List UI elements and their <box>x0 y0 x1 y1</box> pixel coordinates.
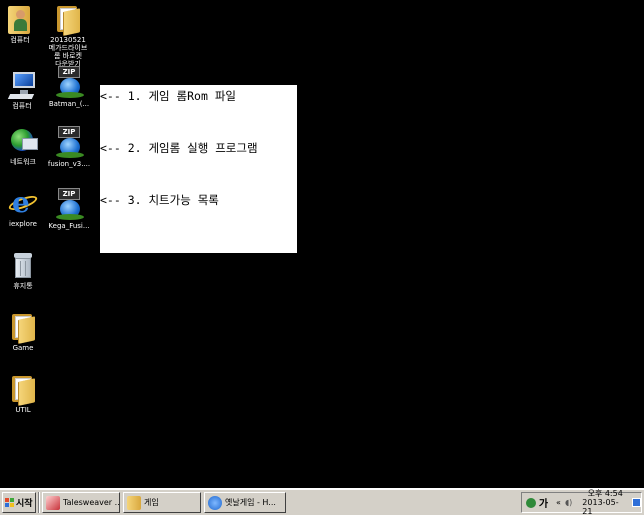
desktop-icon-fusion-zip[interactable]: ZIP fusion_v3.... <box>40 126 98 168</box>
taskbar-button-game-folder[interactable]: 게임 <box>123 492 201 513</box>
ie-icon <box>208 495 222 510</box>
folder-icon <box>10 312 36 344</box>
desktop-icon-label: UTIL <box>15 406 31 414</box>
desktop-icon-batman-zip[interactable]: ZIP Batman_(... <box>40 66 98 108</box>
zip-icon: ZIP <box>54 126 84 158</box>
desktop-icon-label: Batman_(... <box>48 100 90 108</box>
windows-logo-icon <box>5 497 15 508</box>
taskbar-separator <box>38 492 40 513</box>
desktop-icon-label: 휴지통 <box>13 282 33 290</box>
computer-icon <box>7 70 37 100</box>
taskbar: 시작 Talesweaver ... 게임 옛날게임 - H... 가 « ◖)… <box>0 488 644 515</box>
network-icon <box>8 126 38 156</box>
desktop-icon-label: Kega_Fusi... <box>48 222 90 230</box>
game-app-icon <box>46 495 60 510</box>
system-tray: 가 « ◖) 오후 4:54 2013-05-21 <box>521 489 642 515</box>
folder-icon <box>10 374 36 406</box>
folder-icon <box>127 495 141 510</box>
clock[interactable]: 오후 4:54 2013-05-21 <box>582 489 628 515</box>
ie-icon: e <box>7 188 39 218</box>
ime-language[interactable]: 가 <box>539 495 548 510</box>
desktop-icon-util-folder[interactable]: UTIL <box>0 374 52 414</box>
desktop-icon-megadrive-folder[interactable]: 20130521 메가드라이브 롬 바로켓 다운받기 <box>39 4 97 68</box>
clock-date: 2013-05-21 <box>582 498 619 515</box>
annotation-panel: <-- 1. 게임 롬Rom 파일 <-- 2. 게임롬 실행 프로그램 <--… <box>100 85 297 253</box>
desktop-icon-label: Game <box>12 344 34 352</box>
desktop-icon-game-folder[interactable]: Game <box>0 312 52 352</box>
desktop: 컴퓨터 20130521 메가드라이브 롬 바로켓 다운받기 컴퓨터 ZIP B… <box>0 0 644 488</box>
annotation-line-rom-file: <-- 1. 게임 롬Rom 파일 <box>100 89 236 103</box>
folder-icon <box>55 4 81 36</box>
annotation-line-emulator: <-- 2. 게임롬 실행 프로그램 <box>100 141 258 155</box>
user-folder-icon <box>6 4 34 34</box>
recycle-bin-icon <box>11 250 35 280</box>
show-desktop-icon[interactable] <box>632 498 641 507</box>
desktop-icon-label: 20130521 메가드라이브 롬 바로켓 다운받기 <box>48 36 88 68</box>
zip-icon: ZIP <box>54 66 84 98</box>
zip-icon: ZIP <box>54 188 84 220</box>
taskbar-button-label: 옛날게임 - H... <box>225 498 276 507</box>
desktop-icon-kega-zip[interactable]: ZIP Kega_Fusi... <box>40 188 98 230</box>
taskbar-button-label: Talesweaver ... <box>63 498 120 507</box>
desktop-icon-label: fusion_v3.... <box>47 160 91 168</box>
tray-expand-icon[interactable]: « <box>556 498 561 507</box>
annotation-line-cheat-list: <-- 3. 치트가능 목록 <box>100 193 219 207</box>
taskbar-button-talesweaver[interactable]: Talesweaver ... <box>42 492 120 513</box>
start-button[interactable]: 시작 <box>2 492 36 513</box>
start-label: 시작 <box>16 499 33 509</box>
clock-time: 오후 4:54 <box>587 489 623 498</box>
taskbar-button-label: 게임 <box>144 498 159 507</box>
taskbar-button-browser[interactable]: 옛날게임 - H... <box>204 492 286 513</box>
desktop-icon-recycle-bin[interactable]: 휴지통 <box>0 250 52 290</box>
ime-indicator-icon[interactable] <box>526 497 536 508</box>
volume-icon[interactable]: ◖) <box>565 498 572 507</box>
